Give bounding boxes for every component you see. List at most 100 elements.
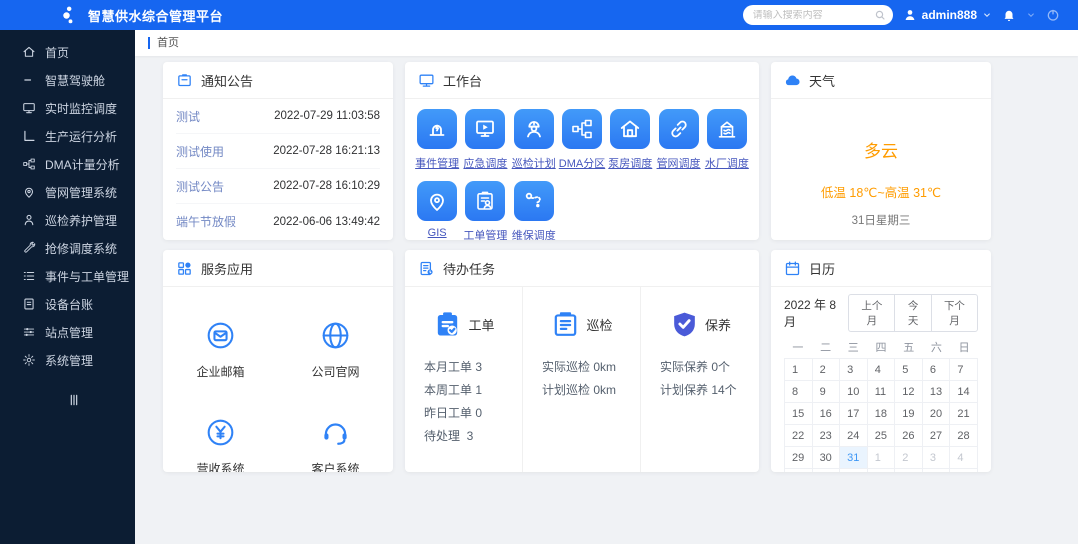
calendar-day[interactable]: 5 — [895, 359, 923, 381]
user-menu[interactable]: admin888 — [903, 8, 992, 22]
calendar-day[interactable]: 10 — [840, 381, 868, 403]
calendar-card-header: 日历 — [771, 250, 991, 287]
siren-icon — [417, 109, 458, 149]
workbench-app-label: 维保调度 — [511, 230, 556, 240]
calendar-day[interactable]: 29 — [785, 447, 813, 469]
breadcrumb-tab-home[interactable]: 首页 — [148, 37, 179, 49]
calendar-day[interactable]: 16 — [812, 403, 841, 425]
calendar-day[interactable]: 8 — [785, 381, 813, 403]
sidebar-item-pipe-network-mgmt[interactable]: 管网管理系统 — [0, 178, 135, 206]
calendar-day[interactable]: 20 — [922, 403, 951, 425]
sidebar-item-system-mgmt[interactable]: 系统管理 — [0, 346, 135, 374]
sidebar-item-device-ledger[interactable]: 设备台账 — [0, 290, 135, 318]
calendar-day[interactable]: 4 — [867, 359, 896, 381]
search-icon[interactable] — [874, 9, 886, 21]
workbench-app-event-management[interactable]: 事件管理 — [413, 109, 461, 171]
workbench-app-maintenance-dispatch[interactable]: 维保调度 — [510, 181, 558, 240]
calendar-day[interactable]: 3 — [840, 359, 868, 381]
workbench-app-pump-house-dispatch[interactable]: 泵房调度 — [606, 109, 654, 171]
screen-play-icon — [465, 109, 506, 149]
calendar-day[interactable]: 17 — [840, 403, 868, 425]
calendar-day[interactable]: 7 — [840, 469, 868, 472]
calendar-day[interactable]: 6 — [922, 359, 951, 381]
service-card-header: 服务应用 — [163, 250, 393, 287]
calendar-day[interactable]: 2 — [895, 447, 923, 469]
prev-month-button[interactable]: 上个月 — [848, 294, 896, 332]
bell-icon[interactable] — [1002, 8, 1016, 22]
calendar-day[interactable]: 10 — [923, 469, 951, 472]
calendar-day[interactable]: 9 — [895, 469, 923, 472]
calendar-day[interactable]: 23 — [812, 425, 841, 447]
calendar-day[interactable]: 19 — [895, 403, 923, 425]
calendar-button-group: 上个月 今天 下个月 — [848, 294, 979, 332]
sidebar-item-label: 设备台账 — [45, 297, 94, 312]
notice-title-link[interactable]: 端午节放假 — [176, 213, 236, 230]
calendar-day[interactable]: 25 — [867, 425, 896, 447]
sidebar-item-production-analysis[interactable]: 生产运行分析 — [0, 122, 135, 150]
workbench-app-inspection-plan[interactable]: 巡检计划 — [510, 109, 558, 171]
workbench-app-label: 工单管理 — [463, 230, 508, 240]
app-logo-icon — [60, 4, 80, 26]
gear-icon — [22, 353, 36, 367]
calendar-day[interactable]: 9 — [812, 381, 841, 403]
calendar-day[interactable]: 1 — [867, 447, 896, 469]
sidebar-item-inspection-maintenance[interactable]: 巡检养护管理 — [0, 206, 135, 234]
todo-card-title: 待办任务 — [443, 261, 496, 277]
search-input[interactable] — [752, 9, 874, 21]
service-app-customer-system[interactable]: 客户系统 — [278, 416, 393, 472]
workbench-app-workorder-management[interactable]: 工单管理 — [461, 181, 509, 240]
today-button[interactable]: 今天 — [894, 294, 932, 332]
calendar-day[interactable]: 8 — [868, 469, 896, 472]
calendar-day[interactable]: 4 — [950, 447, 978, 469]
sidebar-item-smart-cockpit[interactable]: 智慧驾驶舱 — [0, 66, 135, 94]
todo-group-maintenance: 保养 实际保养 0个 计划保养 14个 — [641, 287, 759, 472]
sidebar-item-station-mgmt[interactable]: 站点管理 — [0, 318, 135, 346]
workbench-app-gis[interactable]: GIS — [413, 181, 461, 240]
calendar-day[interactable]: 5 — [785, 469, 813, 472]
calendar-day[interactable]: 14 — [950, 381, 978, 403]
calendar-day[interactable]: 15 — [785, 403, 813, 425]
calendar-day[interactable]: 1 — [785, 359, 813, 381]
calendar-day[interactable]: 27 — [922, 425, 951, 447]
collapse-sidebar-icon[interactable] — [66, 392, 82, 408]
calendar-day[interactable]: 22 — [785, 425, 813, 447]
chevron-down-icon[interactable] — [1026, 10, 1036, 20]
notice-title-link[interactable]: 测试 — [176, 108, 200, 125]
calendar-day[interactable]: 30 — [812, 447, 841, 469]
sidebar-item-home[interactable]: 首页 — [0, 38, 135, 66]
calendar-day[interactable]: 2 — [812, 359, 841, 381]
calendar-day[interactable]: 28 — [950, 425, 978, 447]
sidebar-item-repair-dispatch[interactable]: 抢修调度系统 — [0, 234, 135, 262]
notice-card-title: 通知公告 — [201, 73, 254, 89]
calendar-day[interactable]: 3 — [922, 447, 951, 469]
calendar-day[interactable]: 11 — [950, 469, 978, 472]
service-app-revenue-system[interactable]: 营收系统 — [163, 416, 278, 472]
calendar-day[interactable]: 24 — [840, 425, 868, 447]
calendar-day[interactable]: 13 — [922, 381, 951, 403]
axis-chart-icon — [22, 129, 36, 143]
notice-card-header: 通知公告 — [163, 62, 393, 99]
service-card: 服务应用 企业邮箱 公司官网 营收系统 客户系统 — [163, 250, 393, 472]
power-icon[interactable] — [1046, 8, 1060, 22]
calendar-day[interactable]: 12 — [895, 381, 923, 403]
sidebar-item-realtime-monitoring[interactable]: 实时监控调度 — [0, 94, 135, 122]
workbench-app-water-plant-dispatch[interactable]: 水厂调度 — [703, 109, 751, 171]
notice-title-link[interactable]: 测试使用 — [176, 143, 224, 160]
calendar-day-today[interactable]: 31 — [840, 447, 868, 469]
workbench-app-pipe-network-dispatch[interactable]: 管网调度 — [654, 109, 702, 171]
service-app-enterprise-email[interactable]: 企业邮箱 — [163, 319, 278, 380]
calendar-day[interactable]: 21 — [950, 403, 978, 425]
calendar-day[interactable]: 6 — [813, 469, 841, 472]
calendar-day[interactable]: 18 — [867, 403, 896, 425]
calendar-day[interactable]: 11 — [867, 381, 896, 403]
cloud-icon — [784, 72, 801, 89]
sidebar-item-event-workorder[interactable]: 事件与工单管理 — [0, 262, 135, 290]
sidebar-item-dma-metering[interactable]: DMA计量分析 — [0, 150, 135, 178]
workbench-app-emergency-dispatch[interactable]: 应急调度 — [461, 109, 509, 171]
service-app-company-website[interactable]: 公司官网 — [278, 319, 393, 380]
calendar-day[interactable]: 26 — [895, 425, 923, 447]
notice-title-link[interactable]: 测试公告 — [176, 178, 224, 195]
calendar-day[interactable]: 7 — [950, 359, 978, 381]
workbench-app-dma-zone[interactable]: DMA分区 — [558, 109, 606, 171]
next-month-button[interactable]: 下个月 — [930, 294, 979, 332]
